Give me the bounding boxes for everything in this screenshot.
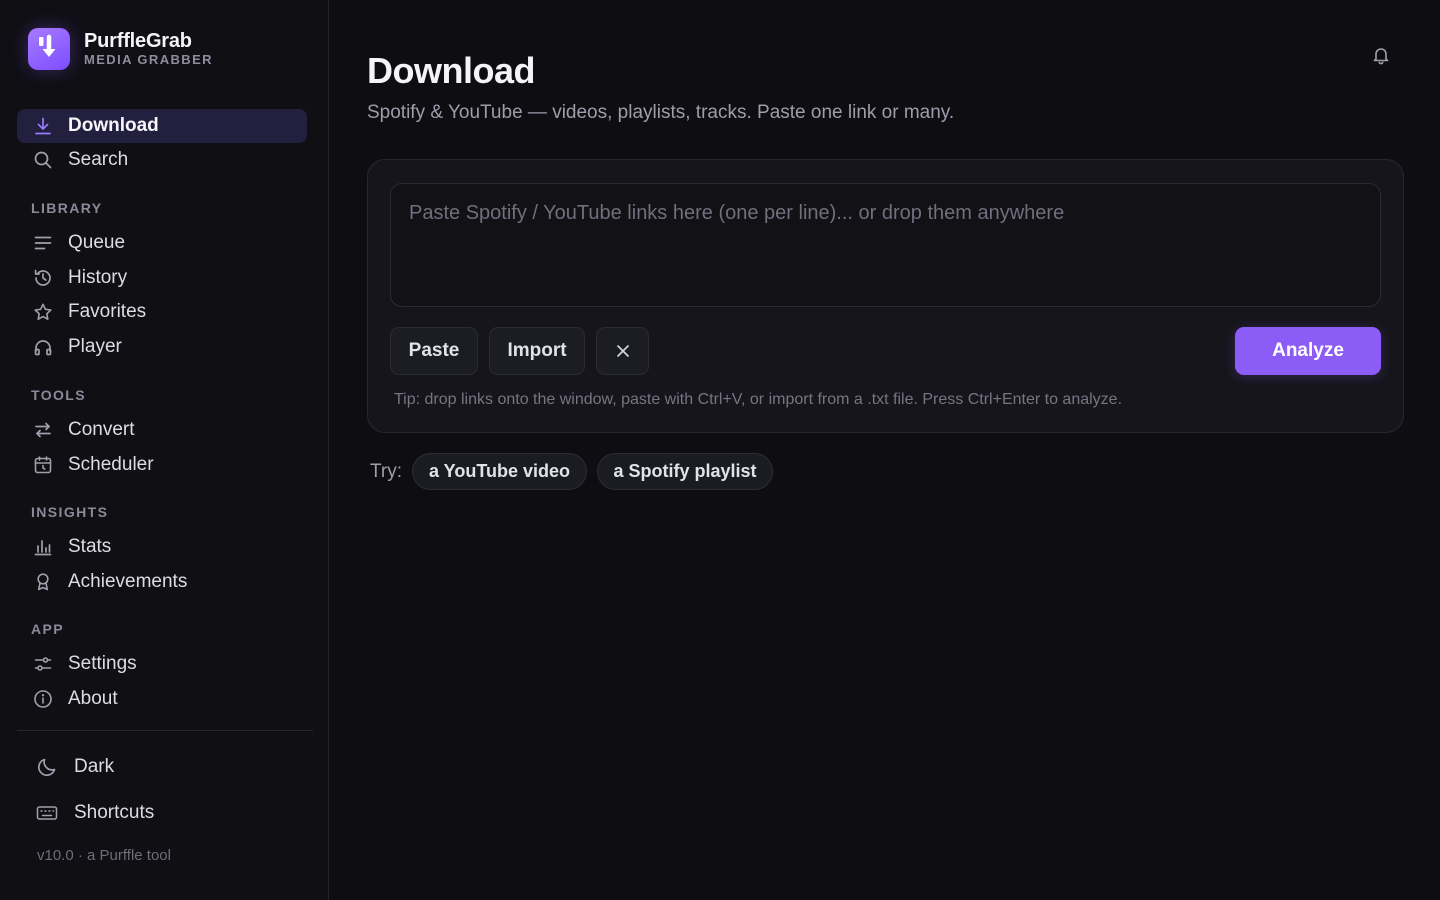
links-input[interactable] (390, 183, 1381, 307)
calendar-icon (31, 453, 55, 477)
clear-button[interactable] (596, 327, 649, 375)
sidebar-item-label: Download (68, 115, 159, 136)
convert-icon (31, 418, 55, 442)
sliders-icon (31, 652, 55, 676)
shortcuts-label: Shortcuts (74, 802, 155, 823)
award-icon (31, 570, 55, 594)
sidebar-item-settings[interactable]: Settings (17, 647, 307, 681)
sidebar-item-history[interactable]: History (17, 261, 307, 295)
bell-icon (1371, 45, 1391, 65)
try-label: Try: (370, 461, 403, 482)
headphones-icon (31, 335, 55, 359)
app-tagline: MEDIA GRABBER (84, 52, 213, 67)
sidebar-item-search[interactable]: Search (17, 143, 307, 177)
bar-chart-icon (31, 535, 55, 559)
tip-text: Tip: drop links onto the window, paste w… (394, 391, 1123, 408)
app-logo-icon (28, 28, 70, 70)
example-spotify-playlist-chip[interactable]: a Spotify playlist (597, 453, 773, 490)
sidebar-item-download[interactable]: Download (17, 109, 307, 143)
sidebar-item-label: Player (68, 336, 122, 357)
history-icon (31, 266, 55, 290)
download-icon (31, 114, 55, 138)
link-input-card: Paste Import Analyze Tip: drop links ont… (367, 159, 1404, 433)
sidebar-item-label: About (68, 688, 118, 709)
sidebar-item-label: Convert (68, 419, 135, 440)
info-icon (31, 687, 55, 711)
sidebar-item-label: Search (68, 149, 129, 170)
section-label-library: LIBRARY (31, 200, 103, 216)
example-youtube-video-chip[interactable]: a YouTube video (412, 453, 587, 490)
close-icon (615, 343, 631, 359)
sidebar-item-label: Favorites (68, 301, 147, 322)
sidebar-item-achievements[interactable]: Achievements (17, 565, 307, 599)
brand: PurffleGrab MEDIA GRABBER (28, 27, 213, 71)
sidebar-item-label: Stats (68, 536, 112, 557)
sidebar-item-label: Queue (68, 232, 126, 253)
keyboard-icon (34, 801, 60, 825)
section-label-app: APP (31, 621, 64, 637)
sidebar: PurffleGrab MEDIA GRABBER Download Searc… (0, 0, 329, 900)
star-icon (31, 300, 55, 324)
moon-icon (34, 755, 60, 779)
page-title: Download (367, 50, 535, 91)
page-subtitle: Spotify & YouTube — videos, playlists, t… (367, 102, 955, 123)
paste-button[interactable]: Paste (390, 327, 478, 375)
sidebar-item-scheduler[interactable]: Scheduler (17, 448, 307, 482)
sidebar-item-label: History (68, 267, 128, 288)
sidebar-item-label: Settings (68, 653, 137, 674)
queue-icon (31, 231, 55, 255)
theme-toggle-label: Dark (74, 756, 115, 777)
sidebar-item-player[interactable]: Player (17, 330, 307, 364)
sidebar-item-favorites[interactable]: Favorites (17, 295, 307, 329)
app-version: v10.0 · a Purffle tool (37, 847, 171, 864)
section-label-insights: INSIGHTS (31, 504, 109, 520)
analyze-button[interactable]: Analyze (1235, 327, 1381, 375)
shortcuts-button[interactable]: Shortcuts (34, 798, 154, 828)
sidebar-item-about[interactable]: About (17, 682, 307, 716)
sidebar-item-queue[interactable]: Queue (17, 226, 307, 260)
import-button[interactable]: Import (489, 327, 585, 375)
section-label-tools: TOOLS (31, 387, 86, 403)
search-icon (31, 148, 55, 172)
sidebar-item-label: Scheduler (68, 454, 154, 475)
sidebar-divider (17, 730, 313, 731)
sidebar-item-stats[interactable]: Stats (17, 530, 307, 564)
theme-toggle-button[interactable]: Dark (34, 752, 114, 782)
sidebar-item-convert[interactable]: Convert (17, 413, 307, 447)
sidebar-item-label: Achievements (68, 571, 188, 592)
notifications-button[interactable] (1368, 42, 1394, 68)
app-name: PurffleGrab (84, 30, 192, 52)
